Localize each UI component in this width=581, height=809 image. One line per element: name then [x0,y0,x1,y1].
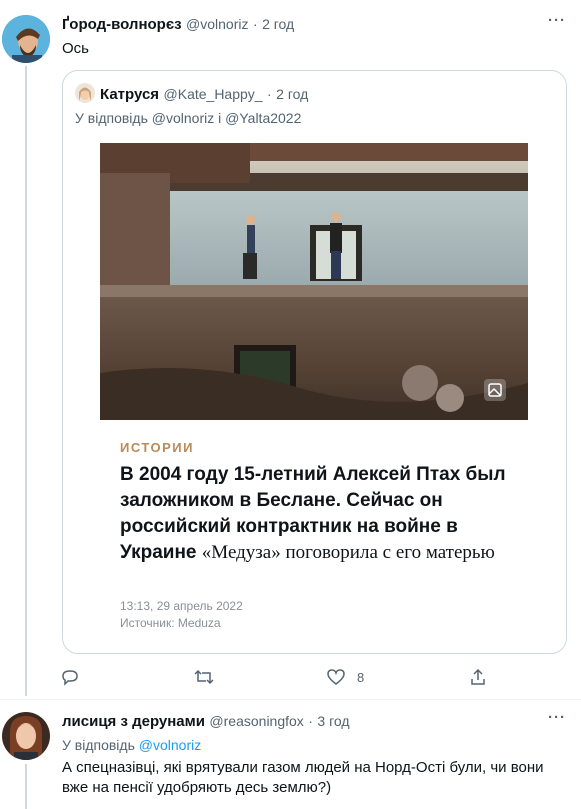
quoted-author-handle[interactable]: @Kate_Happy_ [164,86,263,102]
tweet-time[interactable]: 2 год [262,16,294,32]
share-icon[interactable] [468,667,488,692]
tweet-author-name[interactable]: лисиця з дерунами [62,713,205,730]
like-count: 8 [357,670,365,685]
quoted-time[interactable]: 2 год [276,86,308,102]
retweet-icon[interactable] [193,667,215,692]
reply-prefix: У відповідь [75,110,148,126]
tweet-author-name[interactable]: Ґород-волнорєз [62,16,182,33]
separator-dot: · [267,86,272,102]
avatar-image [75,83,95,103]
reply-user-link[interactable]: @Yalta2022 [225,110,301,126]
article-body: ИСТОРИИ В 2004 году 15-летний Алексей Пт… [100,420,528,648]
reply-prefix: У відповідь [62,737,135,753]
thread-line [25,66,27,696]
avatar-reasoningfox[interactable] [2,712,50,760]
avatar-kate[interactable] [75,83,95,103]
tweet-author-handle[interactable]: @reasoningfox [209,713,303,729]
separator-dot: · [252,16,258,32]
reply-user-link[interactable]: @volnoriz [139,737,201,753]
tweet-time[interactable]: 3 год [317,713,349,729]
thread-line [25,764,27,809]
avatar-image [2,15,50,63]
tweet-author-handle[interactable]: @volnoriz [186,16,248,32]
article-card[interactable]: ИСТОРИИ В 2004 году 15-летний Алексей Пт… [100,143,528,648]
ruined-building-image [100,143,528,420]
tweet-text: Ось [62,40,89,57]
tweet-text: А спецназівці, які врятували газом людей… [62,759,544,796]
more-horizontal-icon[interactable]: ··· [548,709,566,726]
reply-and: і [218,110,222,126]
quoted-author-name[interactable]: Катруся [100,86,159,103]
article-title: В 2004 году 15-летний Алексей Птах был з… [120,462,512,566]
avatar-image [2,712,50,760]
article-source: Источник: Meduza [120,616,221,630]
article-photo[interactable] [100,143,528,420]
avatar-volnoriz[interactable] [2,15,50,63]
heart-icon[interactable] [326,667,346,692]
article-title-serif: «Медуза» поговорила с его матерью [201,542,495,563]
more-horizontal-icon[interactable]: ··· [548,12,566,29]
reply-user-link[interactable]: @volnoriz [152,110,214,126]
separator-dot: · [308,713,313,729]
article-category: ИСТОРИИ [120,440,194,455]
divider [0,699,581,700]
article-date: 13:13, 29 апрель 2022 [120,599,243,613]
reply-icon[interactable] [60,667,80,692]
